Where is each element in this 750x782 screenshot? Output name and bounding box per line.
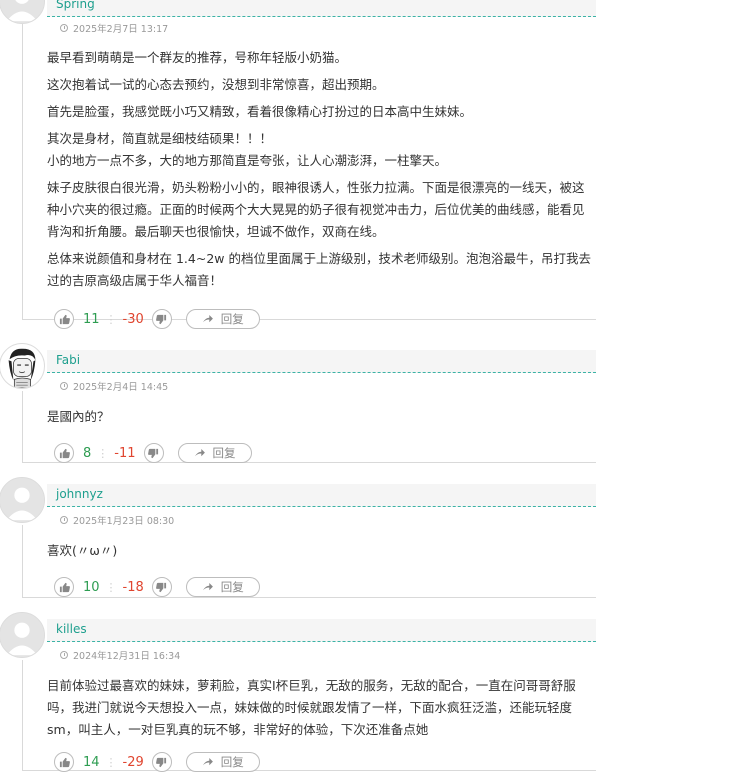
upvote-count: 10: [83, 579, 100, 595]
avatar[interactable]: [0, 0, 45, 24]
clock-icon: [60, 382, 68, 390]
comment-johnnyz: johnnyz 2025年1月23日 08:30 喜欢(〃ω〃) 10 ⋮ -1…: [0, 477, 750, 607]
comment-body: 最早看到萌萌是一个群友的推荐，号称年轻版小奶猫。 这次抱着试一试的心态去预约，没…: [47, 47, 595, 297]
comment-header: Spring: [47, 0, 596, 17]
vote-bar: 14 ⋮ -29 回复: [54, 751, 260, 773]
reply-arrow-icon: [194, 448, 205, 456]
thumbs-up-icon: [59, 757, 70, 767]
thumbs-down-icon: [156, 582, 167, 592]
reply-button[interactable]: 回复: [177, 443, 252, 463]
downvote-count: -11: [114, 445, 136, 461]
thumbs-down-icon: [156, 314, 167, 324]
thumbs-up-icon: [59, 448, 70, 458]
clock-icon: [60, 516, 68, 524]
vote-bar: 11 ⋮ -30 回复: [54, 308, 260, 330]
comment-body: 目前体验过最喜欢的妹妹，萝莉脸，真实I杯巨乳，无敌的服务，无敌的配合，一直在问哥…: [47, 675, 595, 746]
downvote-button[interactable]: [151, 752, 172, 772]
reply-button[interactable]: 回复: [185, 577, 260, 597]
comment-author[interactable]: johnnyz: [56, 487, 103, 501]
upvote-button[interactable]: [54, 577, 74, 597]
upvote-button[interactable]: [54, 752, 74, 772]
avatar[interactable]: [0, 612, 45, 658]
upvote-button[interactable]: [54, 443, 74, 463]
vote-bar: 10 ⋮ -18 回复: [54, 576, 260, 598]
comment-fabi: Fabi 2025年2月4日 14:45 是國內的？ 8 ⋮ -11 回复: [0, 343, 750, 473]
comment-paragraph: 首先是脸蛋，我感觉既小巧又精致，看着很像精心打扮过的日本高中生妹妹。: [47, 104, 473, 119]
downvote-button[interactable]: [151, 577, 172, 597]
comment-body: 喜欢(〃ω〃): [47, 540, 595, 567]
avatar[interactable]: [0, 477, 45, 523]
comment-paragraph: 喜欢(〃ω〃): [47, 543, 118, 558]
comment-author[interactable]: Fabi: [56, 353, 80, 367]
comment-header: killes: [47, 619, 596, 642]
thumbs-down-icon: [156, 757, 167, 767]
reply-button[interactable]: 回复: [185, 309, 260, 329]
thumbs-up-icon: [59, 314, 70, 324]
comment-body: 是國內的？: [47, 406, 595, 433]
comment-paragraph: 妹子皮肤很白很光滑，奶头粉粉小小的，眼神很诱人，性张力拉满。下面是很漂亮的一线天…: [47, 180, 585, 239]
comment-header: johnnyz: [47, 484, 596, 507]
reply-arrow-icon: [202, 314, 213, 322]
reply-button[interactable]: 回复: [185, 752, 260, 772]
upvote-button[interactable]: [54, 309, 74, 329]
comment-author[interactable]: killes: [56, 622, 87, 636]
downvote-count: -30: [122, 311, 144, 327]
comment-timestamp: 2024年12月31日 16:34: [60, 648, 180, 662]
thumbs-down-icon: [148, 448, 159, 458]
reply-arrow-icon: [202, 757, 213, 765]
clock-icon: [60, 24, 68, 32]
comment-killes: killes 2024年12月31日 16:34 目前体验过最喜欢的妹妹，萝莉脸…: [0, 612, 750, 782]
downvote-button[interactable]: [151, 309, 172, 329]
comment-paragraph: 总体来说颜值和身材在 1.4~2w 的档位里面属于上游级别，技术老师级别。泡泡浴…: [47, 251, 591, 288]
comment-timestamp: 2025年1月23日 08:30: [60, 513, 174, 527]
comment-spring: Spring 2025年2月7日 13:17 最早看到萌萌是一个群友的推荐，号称…: [0, 0, 750, 330]
comment-paragraph: 最早看到萌萌是一个群友的推荐，号称年轻版小奶猫。: [47, 50, 348, 65]
comment-paragraph: 目前体验过最喜欢的妹妹，萝莉脸，真实I杯巨乳，无敌的服务，无敌的配合，一直在问哥…: [47, 678, 576, 737]
reply-arrow-icon: [202, 582, 213, 590]
comment-header: Fabi: [47, 350, 596, 373]
upvote-count: 14: [83, 754, 100, 770]
comment-timestamp: 2025年2月7日 13:17: [60, 21, 168, 35]
upvote-count: 8: [83, 445, 92, 461]
downvote-count: -29: [122, 754, 144, 770]
comment-author[interactable]: Spring: [56, 0, 95, 11]
comment-paragraph: 是國內的？: [47, 409, 110, 424]
avatar[interactable]: [0, 343, 45, 389]
upvote-count: 11: [83, 311, 100, 327]
downvote-count: -18: [122, 579, 144, 595]
thumbs-up-icon: [59, 582, 70, 592]
comment-timestamp: 2025年2月4日 14:45: [60, 379, 168, 393]
vote-bar: 8 ⋮ -11 回复: [54, 442, 252, 464]
comment-paragraph: 这次抱着试一试的心态去预约，没想到非常惊喜，超出预期。: [47, 77, 385, 92]
comment-paragraph: 其次是身材，简直就是细枝结硕果！！！ 小的地方一点不多，大的地方那简直是夸张，让…: [47, 131, 448, 168]
downvote-button[interactable]: [143, 443, 164, 463]
clock-icon: [60, 651, 68, 659]
